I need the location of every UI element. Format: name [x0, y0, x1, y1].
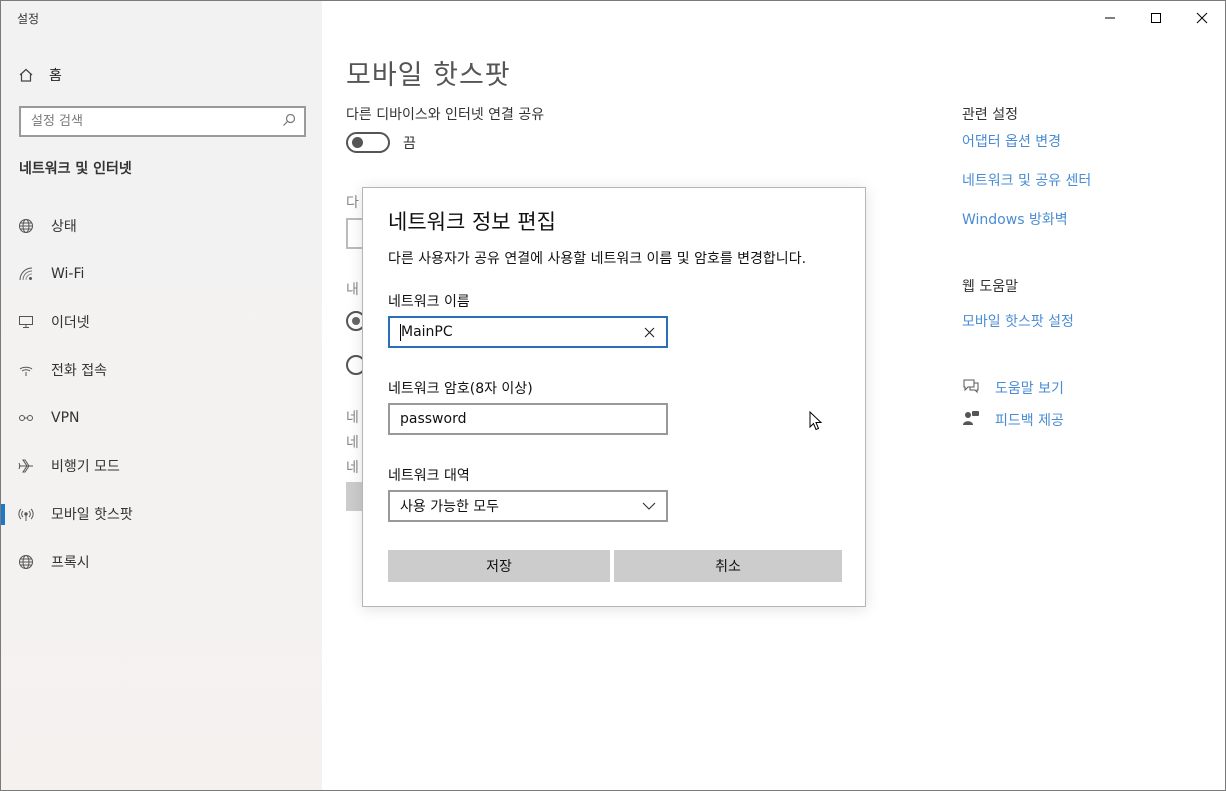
network-band-label: 네트워크 대역 — [388, 468, 470, 484]
get-help-label: 도움말 보기 — [995, 381, 1064, 397]
bg-partial-text: 다 — [346, 195, 359, 211]
search-box[interactable] — [19, 106, 306, 137]
sidebar-item-label: 상태 — [51, 219, 77, 235]
related-settings-heading: 관련 설정 — [962, 107, 1018, 123]
dialup-icon — [18, 362, 34, 378]
feedback-link[interactable]: 피드백 제공 — [962, 409, 1064, 431]
sidebar-item-vpn[interactable]: VPN — [1, 394, 322, 442]
close-icon — [1196, 12, 1208, 23]
sharing-center-link[interactable]: 네트워크 및 공유 센터 — [962, 170, 1091, 190]
share-toggle[interactable] — [346, 132, 390, 153]
sidebar-item-ethernet[interactable]: 이더넷 — [1, 298, 322, 346]
hotspot-icon — [18, 506, 34, 522]
vpn-icon — [18, 410, 34, 426]
cancel-button[interactable]: 취소 — [614, 550, 842, 582]
sidebar-item-mobile-hotspot[interactable]: 모바일 핫스팟 — [1, 490, 322, 538]
window-controls — [1087, 1, 1225, 34]
get-help-link[interactable]: 도움말 보기 — [962, 377, 1064, 399]
search-input[interactable] — [31, 114, 261, 129]
network-password-label: 네트워크 암호(8자 이상) — [388, 381, 533, 397]
ethernet-icon — [18, 314, 34, 330]
nav-list: 상태 Wi-Fi 이더넷 전화 접속 VPN 비행기 모드 모바일 핫스팟 프록… — [1, 202, 322, 586]
close-button[interactable] — [1179, 1, 1225, 34]
maximize-button[interactable] — [1133, 1, 1179, 34]
minimize-button[interactable] — [1087, 1, 1133, 34]
network-password-value: password — [400, 411, 467, 427]
search-icon[interactable] — [282, 112, 296, 131]
chevron-down-icon — [642, 502, 656, 510]
sidebar-item-label: 프록시 — [51, 555, 90, 571]
dialog-description: 다른 사용자가 공유 연결에 사용할 네트워크 이름 및 암호를 변경합니다. — [388, 251, 807, 267]
nav-home-label: 홈 — [49, 68, 62, 84]
network-name-label: 네트워크 이름 — [388, 294, 470, 310]
web-help-heading: 웹 도움말 — [962, 279, 1018, 295]
section-title: 네트워크 및 인터넷 — [19, 161, 132, 177]
firewall-link[interactable]: Windows 방화벽 — [962, 209, 1068, 229]
sidebar-item-label: VPN — [51, 410, 80, 426]
page-title: 모바일 핫스팟 — [346, 60, 511, 91]
toggle-state-label: 끔 — [403, 135, 416, 152]
sidebar-item-label: Wi-Fi — [51, 266, 85, 282]
sidebar-item-label: 비행기 모드 — [51, 459, 120, 475]
share-toggle-row: 끔 — [346, 132, 416, 153]
sidebar-item-proxy[interactable]: 프록시 — [1, 538, 322, 586]
sidebar-item-label: 전화 접속 — [51, 363, 107, 379]
network-band-select[interactable]: 사용 가능한 모두 — [388, 490, 668, 522]
sidebar-item-dialup[interactable]: 전화 접속 — [1, 346, 322, 394]
airplane-icon — [18, 458, 34, 474]
feedback-label: 피드백 제공 — [995, 413, 1064, 429]
feedback-icon — [962, 409, 980, 431]
save-button[interactable]: 저장 — [388, 550, 610, 582]
settings-window: 설정 홈 네트워크 및 인터넷 상태 — [0, 0, 1226, 791]
mouse-cursor-icon — [809, 411, 823, 431]
edit-network-dialog: 네트워크 정보 편집 다른 사용자가 공유 연결에 사용할 네트워크 이름 및 … — [362, 187, 866, 607]
network-name-field[interactable]: MainPC — [388, 316, 668, 348]
sidebar-item-status[interactable]: 상태 — [1, 202, 322, 250]
sidebar-item-airplane[interactable]: 비행기 모드 — [1, 442, 322, 490]
adapter-options-link[interactable]: 어댑터 옵션 변경 — [962, 131, 1061, 151]
globe-icon — [18, 554, 34, 570]
maximize-icon — [1151, 12, 1161, 23]
home-icon — [18, 67, 34, 83]
network-band-value: 사용 가능한 모두 — [400, 499, 500, 515]
dialog-title: 네트워크 정보 편집 — [388, 210, 556, 234]
hotspot-help-link[interactable]: 모바일 핫스팟 설정 — [962, 311, 1074, 331]
clear-icon[interactable] — [642, 325, 656, 339]
bg-partial-text: 네 — [346, 410, 359, 426]
sidebar-item-label: 모바일 핫스팟 — [51, 507, 133, 523]
sidebar-item-wifi[interactable]: Wi-Fi — [1, 250, 322, 298]
app-title: 설정 — [17, 12, 40, 26]
sidebar-item-label: 이더넷 — [51, 315, 90, 331]
minimize-icon — [1105, 17, 1115, 18]
globe-icon — [18, 218, 34, 234]
share-label: 다른 디바이스와 인터넷 연결 공유 — [346, 107, 545, 123]
bg-partial-text: 네 — [346, 435, 359, 451]
network-password-field[interactable]: password — [388, 403, 668, 435]
wifi-icon — [18, 266, 34, 282]
sidebar: 설정 홈 네트워크 및 인터넷 상태 — [1, 1, 322, 790]
bg-partial-text: 네 — [346, 460, 359, 476]
chat-help-icon — [962, 377, 980, 399]
bg-partial-text: 내 — [346, 282, 359, 298]
nav-home[interactable]: 홈 — [18, 64, 62, 86]
network-name-value: MainPC — [401, 324, 453, 340]
